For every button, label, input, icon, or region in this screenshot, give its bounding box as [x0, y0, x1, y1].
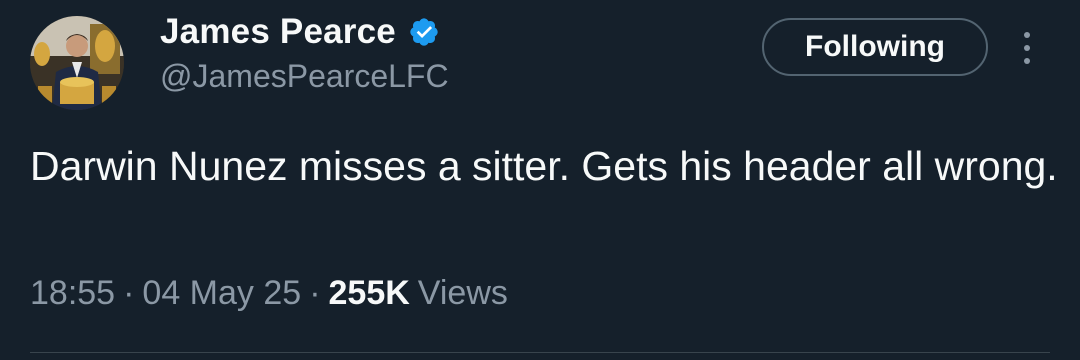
following-button[interactable]: Following: [762, 18, 988, 76]
meta-separator: ·: [123, 274, 135, 312]
more-options-icon[interactable]: [1012, 28, 1042, 68]
avatar-image: [30, 16, 124, 110]
avatar[interactable]: [30, 16, 124, 110]
verified-badge-icon: [408, 16, 440, 48]
tweet-date[interactable]: 04 May 25: [142, 274, 301, 313]
views-count: 255K: [328, 274, 410, 312]
more-dot: [1024, 45, 1030, 51]
more-dot: [1024, 32, 1030, 38]
views-label: Views: [417, 274, 508, 312]
tweet-card: James Pearce @JamesPearceLFC Following D…: [0, 0, 1080, 360]
author-display-name[interactable]: James Pearce: [160, 12, 396, 52]
author-handle[interactable]: @JamesPearceLFC: [160, 58, 449, 95]
divider: [30, 352, 1050, 353]
author-name-row: James Pearce: [160, 10, 440, 54]
meta-separator: ·: [309, 274, 321, 312]
tweet-text: Darwin Nunez misses a sitter. Gets his h…: [30, 143, 1058, 189]
tweet-meta: 18:55 · 04 May 25 · 255K Views: [30, 274, 508, 313]
tweet-time[interactable]: 18:55: [30, 274, 115, 313]
more-dot: [1024, 58, 1030, 64]
